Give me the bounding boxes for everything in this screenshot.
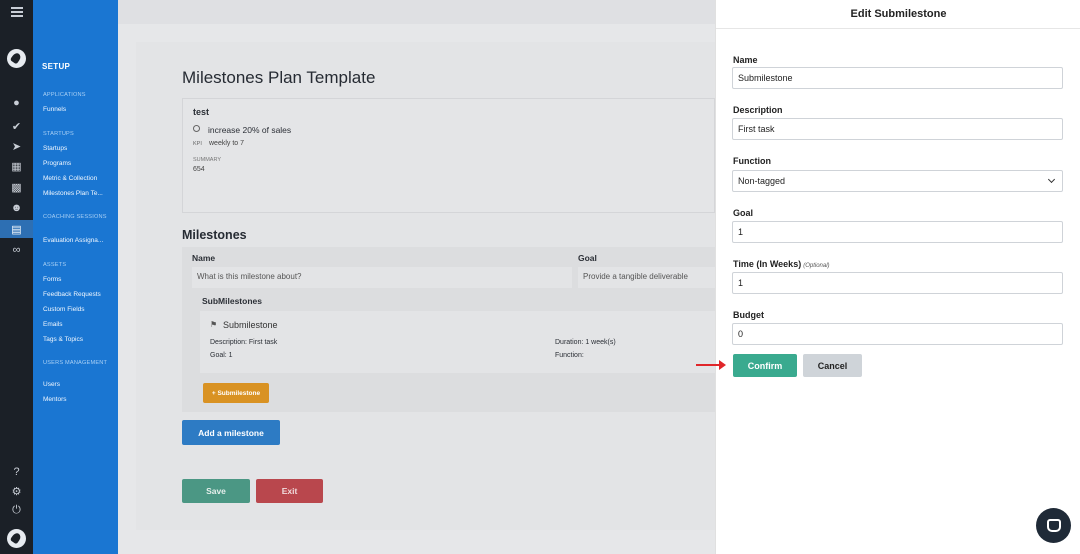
- main-content: Milestones Plan Template test increase 2…: [118, 0, 715, 554]
- top-bar: [118, 0, 715, 24]
- submilestone-goal: Goal: 1: [210, 352, 233, 359]
- nav-section-coaching: COACHING SESSIONS: [43, 214, 107, 220]
- submilestone-name: Submilestone: [223, 320, 278, 330]
- flag-icon: ⚑: [210, 320, 218, 329]
- function-label: Function: [733, 156, 771, 166]
- plan-summary: test increase 20% of sales KPI weekly to…: [182, 98, 715, 213]
- milestones-table: Name Goal What is this milestone about? …: [182, 247, 715, 412]
- milestones-icon[interactable]: ▤: [0, 220, 33, 238]
- power-icon[interactable]: ⏻: [0, 501, 33, 519]
- cancel-button[interactable]: Cancel: [803, 354, 862, 377]
- gift-icon[interactable]: ▩: [0, 178, 33, 196]
- nav-item-startups[interactable]: Startups: [43, 145, 113, 152]
- add-submilestone-button[interactable]: + Submilestone: [203, 383, 269, 403]
- submilestone-card[interactable]: ⚑ Submilestone Description: First task G…: [200, 311, 715, 373]
- nav-item-custom-fields[interactable]: Custom Fields: [43, 306, 113, 313]
- milestones-heading: Milestones: [182, 228, 247, 242]
- time-label: Time (In Weeks) (Optional): [733, 259, 830, 269]
- nav-item-metric[interactable]: Metric & Collection: [43, 175, 113, 182]
- save-button[interactable]: Save: [182, 479, 250, 503]
- budget-label: Budget: [733, 310, 764, 320]
- milestone-goal-input[interactable]: Provide a tangible deliverable: [578, 267, 715, 288]
- exit-button[interactable]: Exit: [256, 479, 323, 503]
- description-label: Description: [733, 105, 783, 115]
- page-title: Milestones Plan Template: [182, 68, 376, 87]
- optional-hint: (Optional): [803, 263, 830, 269]
- function-select-value: Non-tagged: [738, 176, 786, 186]
- plan-goal: increase 20% of sales: [208, 125, 292, 135]
- name-field[interactable]: [732, 67, 1063, 89]
- nav-item-tags[interactable]: Tags & Topics: [43, 336, 113, 343]
- nav-item-evaluation[interactable]: Evaluation Assigna...: [43, 237, 113, 244]
- chat-launcher-icon[interactable]: [1036, 508, 1071, 543]
- nav-item-programs[interactable]: Programs: [43, 160, 113, 167]
- drawer-title: Edit Submilestone: [716, 0, 1080, 29]
- annotation-arrow-icon: [696, 360, 726, 370]
- setup-nav-panel: SETUP APPLICATIONS Funnels STARTUPS Star…: [33, 0, 118, 554]
- team-icon[interactable]: ☻: [0, 199, 33, 217]
- nav-item-mentors[interactable]: Mentors: [43, 396, 113, 403]
- column-header-name: Name: [192, 253, 216, 263]
- kpi-label: KPI: [193, 141, 202, 147]
- goal-label: Goal: [733, 208, 754, 218]
- function-select[interactable]: Non-tagged: [732, 170, 1063, 192]
- goal-field[interactable]: [732, 221, 1063, 243]
- check-circle-icon[interactable]: ✔: [0, 117, 33, 135]
- kpi-value: weekly to 7: [209, 140, 245, 147]
- milestone-name-input[interactable]: What is this milestone about?: [192, 267, 572, 288]
- nav-item-emails[interactable]: Emails: [43, 321, 113, 328]
- goal-radio-icon: [193, 125, 200, 132]
- help-icon[interactable]: ?: [0, 463, 33, 481]
- submilestone-duration: Duration: 1 week(s): [555, 339, 616, 346]
- nav-section-applications: APPLICATIONS: [43, 92, 86, 98]
- nav-section-assets: ASSETS: [43, 262, 67, 268]
- logo-icon[interactable]: [7, 529, 26, 548]
- menu-icon[interactable]: [0, 3, 33, 21]
- name-label: Name: [733, 55, 758, 65]
- column-header-goal: Goal: [578, 253, 597, 263]
- calendar-icon[interactable]: ▦: [0, 157, 33, 175]
- time-label-text: Time (In Weeks): [733, 259, 802, 269]
- nav-title: SETUP: [42, 62, 71, 71]
- summary-label: SUMMARY: [193, 157, 222, 163]
- time-weeks-field[interactable]: [732, 272, 1063, 294]
- logo-icon[interactable]: [7, 49, 26, 68]
- plan-name: test: [193, 107, 210, 117]
- edit-submilestone-drawer: Edit Submilestone Name Description Funct…: [715, 0, 1080, 554]
- summary-value: 654: [193, 166, 205, 173]
- link-icon[interactable]: ∞: [0, 241, 33, 259]
- rocket-icon[interactable]: ➤: [0, 137, 33, 155]
- submilestone-function: Function:: [555, 352, 584, 359]
- settings-icon[interactable]: ⚙: [0, 482, 33, 500]
- description-field[interactable]: [732, 118, 1063, 140]
- nav-section-users: USERS MANAGEMENT: [43, 360, 108, 366]
- chevron-down-icon: [1047, 175, 1056, 184]
- nav-item-forms[interactable]: Forms: [43, 276, 113, 283]
- submilestones-heading: SubMilestones: [202, 296, 262, 306]
- nav-item-milestones[interactable]: Milestones Plan Te...: [43, 190, 113, 197]
- budget-field[interactable]: [732, 323, 1063, 345]
- nav-item-funnels[interactable]: Funnels: [43, 106, 113, 113]
- nav-section-startups: STARTUPS: [43, 131, 74, 137]
- submilestone-description: Description: First task: [210, 339, 278, 346]
- add-milestone-button[interactable]: Add a milestone: [182, 420, 280, 445]
- nav-item-users[interactable]: Users: [43, 381, 113, 388]
- template-card: Milestones Plan Template test increase 2…: [136, 42, 715, 530]
- user-icon[interactable]: ●: [0, 94, 33, 112]
- nav-item-feedback[interactable]: Feedback Requests: [43, 291, 113, 298]
- icon-rail: ● ✔ ➤ ▦ ▩ ☻ ▤ ∞ ? ⚙ ⏻: [0, 0, 33, 554]
- confirm-button[interactable]: Confirm: [733, 354, 797, 377]
